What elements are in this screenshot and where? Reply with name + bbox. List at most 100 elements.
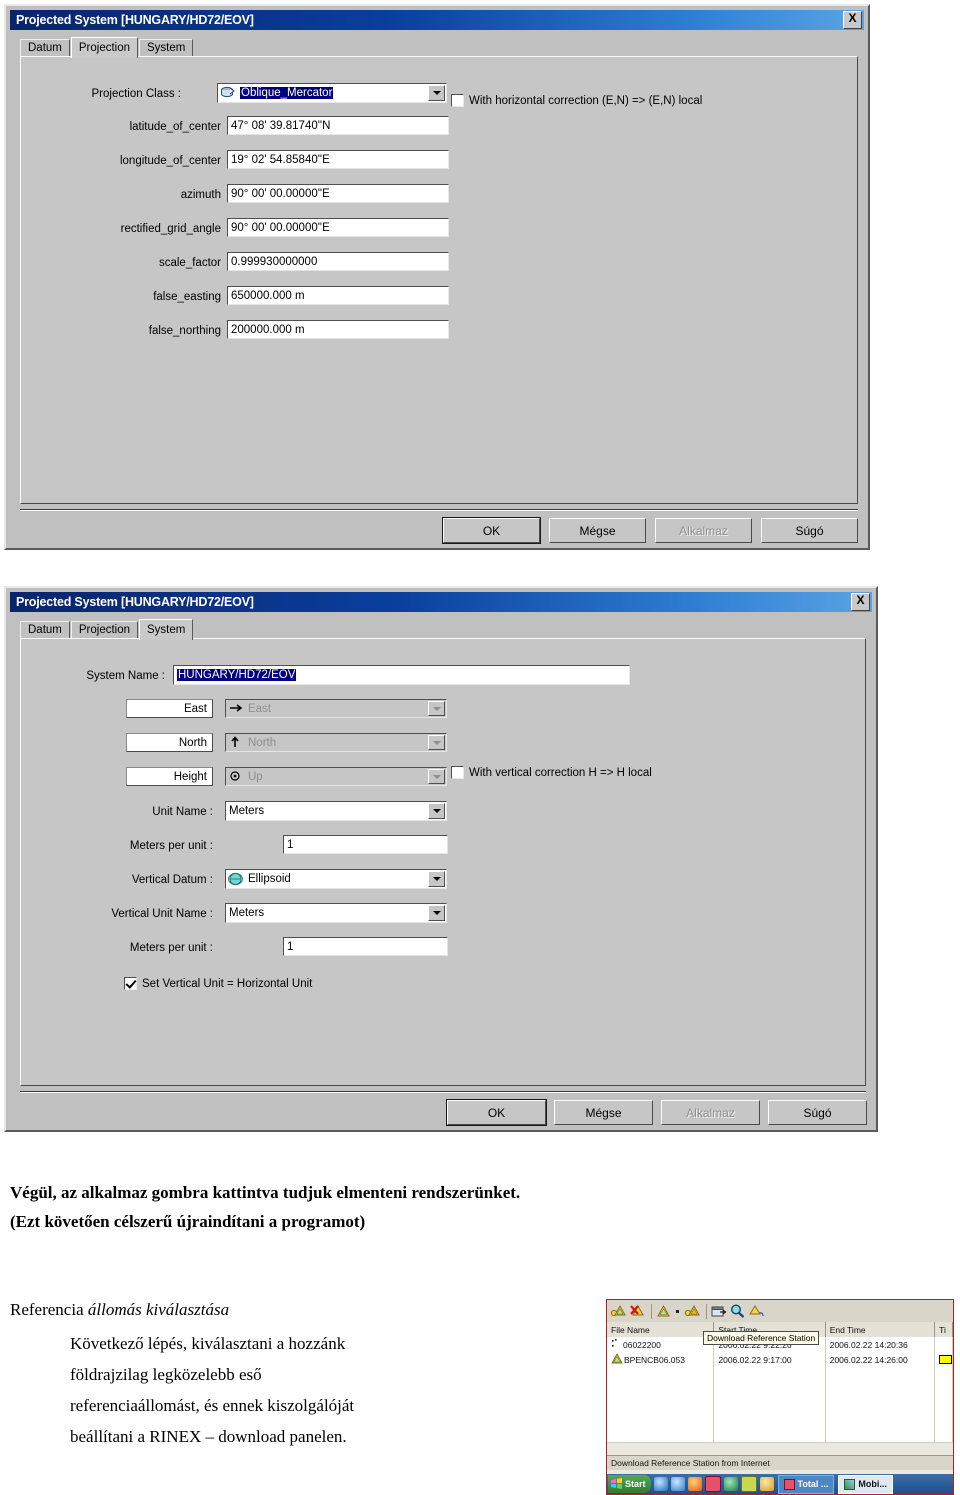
east-axis-combo[interactable]: East: [225, 699, 447, 718]
height-axis-button[interactable]: Height: [126, 767, 213, 786]
column-header-file-name[interactable]: File Name: [607, 1322, 715, 1337]
vertical-datum-combo[interactable]: Ellipsoid: [225, 869, 447, 889]
meters-per-unit-2-field[interactable]: 1: [283, 937, 448, 956]
reference-station-icon[interactable]: [655, 1303, 672, 1319]
search-icon[interactable]: [729, 1303, 746, 1319]
add-reference-station-icon[interactable]: [610, 1303, 627, 1319]
north-axis-button[interactable]: North: [126, 733, 213, 752]
longitude-of-center-field[interactable]: 19° 02' 54.85840''E: [227, 150, 449, 169]
table-row[interactable]: [607, 1427, 953, 1443]
unit-name-value: Meters: [229, 805, 265, 817]
help-button[interactable]: Súgó: [768, 1100, 867, 1125]
tab-system[interactable]: System: [139, 619, 194, 640]
vertical-unit-name-combo[interactable]: Meters: [225, 903, 447, 923]
column-header-ti[interactable]: Ti: [935, 1322, 953, 1337]
tab-system[interactable]: System: [139, 39, 194, 56]
search-files-icon[interactable]: [740, 1476, 757, 1492]
false-northing-field[interactable]: 200000.000 m: [227, 320, 449, 339]
system-name-field[interactable]: HUNGARY/HD72/EOV: [173, 665, 630, 685]
cancel-button[interactable]: Mégse: [549, 518, 646, 543]
tab-datum[interactable]: Datum: [20, 39, 70, 56]
false-northing-label: false_northing: [148, 325, 221, 337]
apply-button[interactable]: Alkalmaz: [655, 518, 752, 543]
download-reference-station-icon[interactable]: [684, 1303, 701, 1319]
arrow-up-icon: [228, 735, 244, 750]
doc-line-1: Végül, az alkalmaz gombra kattintva tudj…: [10, 1183, 521, 1202]
start-button[interactable]: Start: [608, 1475, 651, 1493]
convert-icon[interactable]: [748, 1303, 765, 1319]
ti-cell: [935, 1412, 953, 1427]
globe-network-icon[interactable]: [723, 1477, 738, 1491]
vertical-correction-checkbox[interactable]: [451, 766, 464, 779]
system-name-label: System Name :: [86, 670, 165, 682]
latitude-of-center-field[interactable]: 47° 08' 39.81740''N: [227, 116, 449, 135]
vertical-correction-checkbox-row[interactable]: With vertical correction H => H local: [451, 766, 652, 779]
rectified-grid-angle-label: rectified_grid_angle: [120, 223, 221, 235]
toolbar-separator: [651, 1303, 652, 1319]
file-name-value: 06022200: [623, 1339, 661, 1350]
firefox-icon[interactable]: [687, 1477, 702, 1491]
ok-button[interactable]: OK: [446, 1099, 547, 1126]
close-icon[interactable]: X: [843, 11, 862, 29]
chevron-down-icon[interactable]: [428, 803, 445, 819]
dropdown-dot-icon[interactable]: [674, 1303, 682, 1319]
horizontal-correction-checkbox-row[interactable]: With horizontal correction (E,N) => (E,N…: [451, 94, 702, 107]
end-time-cell: [826, 1397, 936, 1412]
azimuth-label: azimuth: [180, 189, 221, 201]
table-row[interactable]: [607, 1382, 953, 1398]
tab-datum[interactable]: Datum: [20, 621, 70, 638]
chevron-down-icon[interactable]: [428, 735, 445, 750]
chevron-down-icon[interactable]: [428, 905, 445, 921]
ellipsoid-globe-icon: [228, 872, 244, 886]
tab-projection[interactable]: Projection: [70, 37, 139, 58]
rectified-grid-angle-field[interactable]: 90° 00' 00.00000''E: [227, 218, 449, 237]
browser-icon[interactable]: [670, 1477, 685, 1491]
east-axis-button[interactable]: East: [126, 699, 213, 718]
floppy-icon: [783, 1478, 795, 1490]
internet-explorer-icon[interactable]: [653, 1477, 668, 1491]
properties-icon[interactable]: [710, 1303, 727, 1319]
start-time-cell: [714, 1427, 826, 1442]
close-icon[interactable]: X: [851, 593, 870, 611]
dialog1-tabpage: Projection Class : Oblique_Mercator lati…: [20, 56, 858, 504]
ti-cell: [935, 1427, 953, 1442]
projection-class-combo[interactable]: Oblique_Mercator: [217, 83, 447, 103]
windows-logo-icon: [611, 1477, 622, 1491]
cancel-button[interactable]: Mégse: [554, 1100, 653, 1125]
chevron-down-icon[interactable]: [428, 85, 445, 101]
apply-button[interactable]: Alkalmaz: [661, 1100, 760, 1125]
end-time-cell: [826, 1412, 936, 1427]
azimuth-field[interactable]: 90° 00' 00.00000''E: [227, 184, 449, 203]
media-icon[interactable]: [759, 1477, 774, 1491]
set-vertical-unit-checkbox[interactable]: [124, 977, 137, 990]
tab-projection[interactable]: Projection: [70, 621, 139, 638]
ok-button[interactable]: OK: [442, 517, 541, 544]
table-row[interactable]: [607, 1412, 953, 1428]
set-vertical-unit-checkbox-row[interactable]: Set Vertical Unit = Horizontal Unit: [124, 977, 312, 990]
column-header-end-time[interactable]: End Time: [826, 1322, 936, 1337]
north-axis-combo[interactable]: North: [225, 733, 447, 752]
dialog1-title: Projected System [HUNGARY/HD72/EOV]: [16, 13, 254, 27]
chevron-down-icon[interactable]: [428, 701, 445, 716]
help-button[interactable]: Súgó: [761, 518, 858, 543]
taskbar-button-total[interactable]: Total ...: [777, 1474, 835, 1494]
table-row[interactable]: BPENCB06.053 2006.02.22 9:17:00 2006.02.…: [607, 1352, 953, 1368]
ti-cell: [935, 1382, 953, 1397]
chevron-down-icon[interactable]: [428, 871, 445, 887]
file-name-cell: [607, 1397, 715, 1412]
table-row[interactable]: [607, 1397, 953, 1413]
scale-factor-field[interactable]: 0.999930000000: [227, 252, 449, 271]
taskbar-button-mobi[interactable]: Mobi...: [838, 1474, 893, 1494]
height-axis-combo[interactable]: Up: [225, 767, 447, 786]
delete-reference-station-icon[interactable]: [629, 1303, 646, 1319]
false-easting-field[interactable]: 650000.000 m: [227, 286, 449, 305]
meters-per-unit-1-field[interactable]: 1: [283, 835, 448, 854]
unit-name-combo[interactable]: Meters: [225, 801, 447, 821]
horizontal-correction-checkbox[interactable]: [451, 94, 464, 107]
triangle-icon: [611, 1353, 624, 1366]
chevron-down-icon[interactable]: [428, 769, 445, 784]
save-disk-icon[interactable]: [704, 1476, 721, 1492]
doc-body-line-1: Következő lépés, kiválasztani a hozzánk: [70, 1334, 346, 1353]
end-time-cell: 2006.02.22 14:26:00: [826, 1352, 936, 1367]
table-row[interactable]: [607, 1367, 953, 1383]
